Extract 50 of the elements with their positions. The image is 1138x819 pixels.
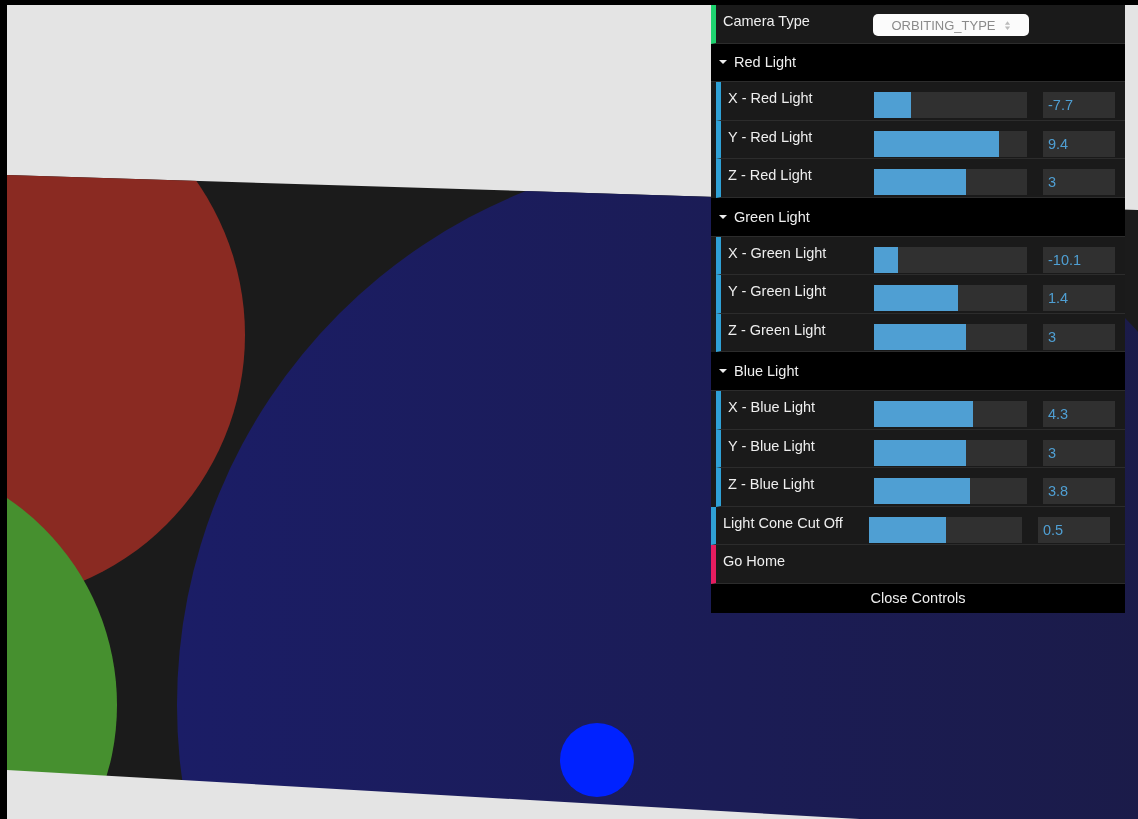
disclosure-triangle-icon: [719, 214, 727, 219]
slider-track[interactable]: [874, 400, 1027, 427]
control-label: Camera Type: [723, 12, 811, 29]
slider-label: Z - Red Light: [728, 166, 813, 184]
camera-type-dropdown[interactable]: ORBITING_TYPE: [873, 14, 1029, 36]
slider-track[interactable]: [869, 516, 1022, 543]
value-field[interactable]: 9.4: [1043, 130, 1115, 157]
slider-label: X - Green Light: [728, 243, 828, 261]
slider-fill[interactable]: [869, 516, 946, 543]
disclosure-triangle-icon: [719, 60, 727, 65]
value-field[interactable]: 4.3: [1043, 400, 1115, 427]
slider-label: Y - Green Light: [728, 282, 828, 300]
slider-label: Light Cone Cut Off: [723, 513, 844, 531]
slider-label: Y - Blue Light: [728, 436, 816, 454]
slider-label: Z - Green Light: [728, 320, 827, 338]
slider-track[interactable]: [874, 92, 1027, 119]
slider-track[interactable]: [874, 478, 1027, 505]
slider-track[interactable]: [874, 285, 1027, 312]
slider-track[interactable]: [874, 246, 1027, 273]
folder-header[interactable]: Blue Light: [711, 352, 1125, 391]
disclosure-triangle-icon: [719, 369, 727, 374]
slider-fill[interactable]: [874, 169, 966, 196]
slider-label: X - Blue Light: [728, 397, 817, 415]
slider-fill[interactable]: [874, 246, 899, 273]
slider-track[interactable]: [874, 323, 1027, 350]
value-field[interactable]: -10.1: [1043, 246, 1115, 273]
slider-fill[interactable]: [874, 130, 1000, 157]
slider-fill[interactable]: [874, 92, 911, 119]
value-field[interactable]: 3.8: [1043, 478, 1115, 505]
slider-track[interactable]: [874, 169, 1027, 196]
slider-label: Y - Red Light: [728, 127, 814, 145]
value-field[interactable]: -7.7: [1043, 92, 1115, 119]
slider-track[interactable]: [874, 439, 1027, 466]
value-field[interactable]: 3: [1043, 323, 1115, 350]
folder-header[interactable]: Red Light: [711, 43, 1125, 83]
slider-label: Z - Blue Light: [728, 475, 816, 493]
slider-fill[interactable]: [874, 478, 971, 505]
slider-fill[interactable]: [874, 439, 966, 466]
close-controls-button[interactable]: Close Controls: [711, 583, 1125, 613]
slider-fill[interactable]: [874, 400, 974, 427]
value-field[interactable]: 3: [1043, 439, 1115, 466]
up-down-arrows-icon: [1003, 19, 1011, 31]
folder-header[interactable]: Green Light: [711, 197, 1125, 237]
slider-fill[interactable]: [874, 323, 966, 350]
slider-track[interactable]: [874, 130, 1027, 157]
slider-fill[interactable]: [874, 285, 959, 312]
value-field[interactable]: 1.4: [1043, 285, 1115, 312]
value-field[interactable]: 3: [1043, 169, 1115, 196]
value-field[interactable]: 0.5: [1038, 516, 1110, 543]
slider-label: X - Red Light: [728, 89, 814, 107]
